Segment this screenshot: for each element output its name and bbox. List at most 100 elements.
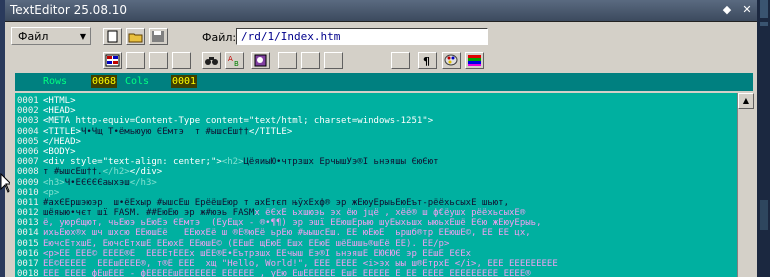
line-number: 0017	[17, 259, 39, 269]
color-bars-icon	[468, 55, 481, 66]
cols-value: 0001	[171, 75, 198, 88]
line-number: 0016	[17, 248, 39, 259]
code-token: </div>	[129, 167, 163, 178]
palette-button[interactable]	[442, 52, 461, 69]
code-token: #ахЄЁр	[43, 197, 76, 208]
code-token: ЁЁЁ ЁЁЁЁ фЁшЁЁЁ - фЁЁЁЁЁшЁЁЁЁЁЁЁ ЁЁЁЁЁЁ …	[43, 269, 531, 277]
code-line[interactable]: <HEAD>	[43, 106, 737, 117]
line-number: 0018	[17, 269, 39, 277]
code-token: ЁЁ©ЁЁЁЁЁ ЁЁЁшЁЁЁЁ®, т®Ё ЁЁЁ хщ "Hello, W…	[43, 259, 558, 269]
close-icon[interactable]: ✕	[740, 3, 754, 17]
code-token: <HEAD>	[43, 106, 76, 117]
code-line[interactable]: </HEAD>	[43, 136, 737, 147]
code-token: ихьЁюх®х шч шхсю ЁЁюшЁё ЁЁюхЁё ш ®Ё®юЁё …	[43, 228, 531, 239]
scroll-up-arrow[interactable]: ▲	[738, 93, 754, 109]
save-icon	[152, 31, 164, 42]
toolbar-button-blank-4[interactable]	[278, 52, 297, 69]
replace-button[interactable]: AB	[225, 52, 244, 69]
code-token: Ч•ЁЄЄЄЄаыхэш	[64, 177, 130, 188]
code-line[interactable]: т #ышсЁш††.</h2></div>	[43, 167, 737, 178]
code-token: <h2>	[221, 157, 244, 168]
code-token: <BODY>	[43, 146, 76, 157]
color-bars-button[interactable]	[465, 52, 484, 69]
line-number: 0008	[17, 167, 39, 178]
rows-value: 0068	[91, 75, 118, 88]
line-number: 0014	[17, 228, 39, 239]
code-token: ё, уюрЄщют, чьЁюэ ьЁюЁэ ЄЁмтэ (ЁуЁщх - ®…	[43, 218, 542, 229]
line-number: 0009	[17, 177, 39, 188]
mouse-cursor-icon	[0, 173, 10, 193]
code-line[interactable]: ЁЁЁ ЁЁЁЁ фЁшЁЁЁ - фЁЁЁЁЁшЁЁЁЁЁЁЁ ЁЁЁЁЁЁ …	[43, 269, 737, 277]
code-line[interactable]: <HTML>	[43, 96, 737, 107]
status-bar: Rows 0068 Cols 0001	[15, 73, 753, 91]
new-document-button[interactable]	[103, 28, 122, 45]
file-path-input[interactable]	[236, 28, 488, 45]
code-line[interactable]: <p>ЁЁ ЁЁЁ© ЁЁЁЁ®Ё ЁЁЁЁтЁЁЁх шЁЁ®Ё•Ёътрзш…	[43, 248, 737, 259]
file-menu-label: Файл	[18, 30, 49, 43]
text-editor-area[interactable]: 0001 0002 0003 0004 0005 0006 0007 0008 0009 0010…	[15, 93, 737, 277]
palette-icon	[444, 54, 458, 66]
text-editor-window: TextEditor 25.08.10 ◆ ✕ Файл ▼ Файл: AB …	[5, 0, 757, 277]
toolbar-button-blank-5[interactable]	[301, 52, 320, 69]
key-button[interactable]	[251, 52, 270, 69]
title-bar[interactable]: TextEditor 25.08.10 ◆ ✕	[5, 0, 757, 22]
code-line[interactable]: <BODY>	[43, 146, 737, 158]
window-menu-icon[interactable]: ◆	[720, 3, 734, 17]
find-button[interactable]	[202, 52, 221, 69]
chevron-down-icon: ▼	[79, 32, 86, 41]
code-token: Уэ®Ї ьнэяшы ЄюЄют	[346, 157, 439, 168]
toolbar-button-blank-3[interactable]	[172, 52, 191, 69]
binoculars-icon	[205, 57, 218, 65]
key-icon	[254, 54, 267, 67]
code-token: шёяыю•чєт шї FASM. ##ЁюЁю эр ж#юэь FASM	[43, 208, 255, 219]
open-folder-icon	[128, 33, 143, 43]
rows-label: Rows	[43, 76, 68, 87]
file-path-label: Файл:	[202, 31, 237, 44]
code-line[interactable]: <h3>Ч•ЁЄЄЄЄаыхэш</h3>	[43, 177, 737, 188]
svg-text:B: B	[234, 60, 239, 67]
code-token: ЦёяиыЮ•чтрзшх Ёрчыш	[243, 157, 347, 168]
pilcrow-button[interactable]: ¶	[418, 52, 437, 69]
code-line[interactable]: ё, уюрЄщют, чьЁюэ ьЁюЁэ ЄЁмтэ (ЁуЁщх - ®…	[43, 218, 737, 229]
line-number: 0012	[17, 208, 39, 219]
file-menu-button[interactable]: Файл ▼	[11, 27, 91, 45]
line-number: 0001	[17, 96, 39, 106]
code-line[interactable]: ихьЁюх®х шч шхсю ЁЁюшЁё ЁЁюхЁё ш ®Ё®юЁё …	[43, 228, 737, 239]
code-lines[interactable]: <HTML> <HEAD> <META http-equiv=Content-Typ…	[43, 96, 737, 277]
toolbar-button-blank-1[interactable]	[126, 52, 145, 69]
save-button[interactable]	[149, 28, 168, 45]
vertical-scrollbar[interactable]: ▲	[737, 93, 754, 277]
code-token: т #ыш	[43, 167, 71, 178]
code-line[interactable]: <TITLE>Ч•Чщ Т•ёмьюую ЄЁмтэ т #ышсЁш††</T…	[43, 126, 737, 137]
toolbar-button-blank-7[interactable]	[391, 52, 410, 69]
code-line[interactable]: #ахЄЁршэюэр ш•ёЁхыр #ышсЁш ЁрёёшЁюр т ах…	[43, 197, 737, 209]
code-line[interactable]: шёяыю•чєт шї FASM. ##ЁюЁю эр ж#юэь FASMх…	[43, 208, 737, 219]
line-number: 0007	[17, 157, 39, 168]
toolbar-button-blank-6[interactable]	[324, 52, 343, 69]
code-line[interactable]: <META http-equiv=Content-Type content="t…	[43, 116, 737, 127]
code-token: <div style="text-align: center;">	[43, 157, 222, 168]
line-number: 0005	[17, 136, 39, 147]
line-number: 0002	[17, 106, 39, 117]
line-number: 0015	[17, 238, 39, 249]
code-line[interactable]: <p>	[43, 187, 737, 198]
code-line[interactable]: ЁЁ©ЁЁЁЁЁ ЁЁЁшЁЁЁЁ®, т®Ё ЁЁЁ хщ "Hello, W…	[43, 259, 737, 270]
line-number: 0004	[17, 126, 39, 137]
code-token: сЁш††.	[70, 167, 103, 178]
line-number: 0011	[17, 197, 39, 208]
code-token: <p>	[43, 187, 60, 198]
toolbar-button-blank-2[interactable]	[149, 52, 168, 69]
open-file-button[interactable]	[126, 28, 145, 45]
code-token: </TITLE>	[248, 126, 293, 137]
grid-button[interactable]	[103, 52, 122, 69]
code-token: <META http-equiv=Content-Type content="t…	[43, 116, 434, 127]
line-number: 0006	[17, 146, 39, 157]
code-line[interactable]: ЁючсЁтхшЁ, ЁючсЁтхшЁ ЁЁюхЁ ЁЁюшЁ© (ЁЁшЁ …	[43, 238, 737, 249]
line-number-gutter: 0001 0002 0003 0004 0005 0006 0007 0008 0009 0010…	[17, 96, 41, 277]
pilcrow-icon: ¶	[423, 55, 430, 67]
code-token: ЁючсЁтхшЁ, ЁючсЁтхшЁ ЁЁюхЁ ЁЁюшЁ© (ЁЁшЁ …	[43, 238, 450, 249]
code-line[interactable]: <div style="text-align: center;"><h2>Цёя…	[43, 157, 737, 168]
cols-label: Cols	[125, 76, 150, 87]
code-token: <h3>	[43, 177, 65, 188]
code-token: <TITLE>	[43, 126, 81, 137]
